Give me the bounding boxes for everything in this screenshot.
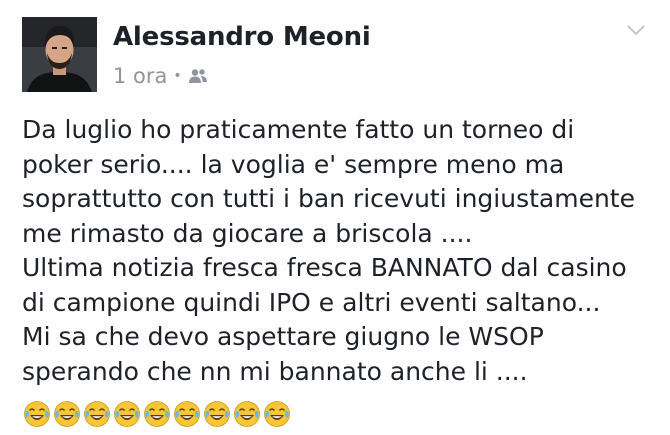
tears-of-joy-emoji (114, 401, 140, 427)
tears-of-joy-emoji (234, 401, 260, 427)
post-text-line: di campione quindi IPO e altri eventi sa… (22, 287, 601, 317)
avatar-photo (22, 17, 97, 92)
post-text-line: poker serio.... la voglia e' sempre meno… (22, 149, 565, 179)
meta-separator: • (173, 68, 182, 84)
chevron-down-icon[interactable] (625, 22, 647, 38)
emoji-row (22, 399, 292, 429)
post-text: Da luglio ho praticamente fatto un torne… (22, 113, 662, 389)
author-name[interactable]: Alessandro Meoni (113, 22, 371, 52)
tears-of-joy-emoji (24, 401, 50, 427)
post-text-line: Da luglio ho praticamente fatto un torne… (22, 115, 575, 144)
tears-of-joy-emoji (144, 401, 170, 427)
post-meta: 1 ora • (113, 64, 208, 88)
facebook-post: Alessandro Meoni 1 ora • Da luglio ho pr… (0, 0, 670, 435)
tears-of-joy-emoji (204, 401, 230, 427)
tears-of-joy-emoji (264, 401, 290, 427)
post-text-line: sperando che nn mi bannato anche li .... (22, 356, 528, 386)
post-text-line: soprattutto con tutti i ban ricevuti ing… (22, 184, 635, 213)
post-text-line: Mi sa che devo aspettare giugno le WSOP (22, 322, 544, 351)
author-avatar[interactable] (22, 17, 97, 92)
friends-icon[interactable] (188, 68, 208, 84)
tears-of-joy-emoji (84, 401, 110, 427)
tears-of-joy-emoji (54, 401, 80, 427)
post-timestamp[interactable]: 1 ora (113, 64, 167, 88)
post-text-line: me rimasto da giocare a briscola .... (22, 218, 473, 248)
tears-of-joy-emoji (174, 401, 200, 427)
post-text-line: Ultima notizia fresca fresca BANNATO dal… (22, 253, 627, 282)
